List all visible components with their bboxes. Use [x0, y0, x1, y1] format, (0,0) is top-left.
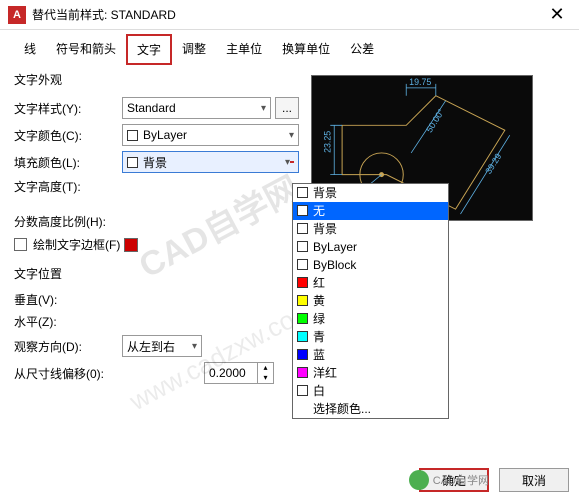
style-label: 文字样式(Y):: [14, 100, 122, 117]
offset-value: 0.2000: [209, 366, 246, 380]
color-swatch: [297, 349, 308, 360]
fillcolor-label: 填充颜色(L):: [14, 154, 122, 171]
height-label: 文字高度(T):: [14, 178, 122, 195]
brand-badge: CAD自学网: [409, 470, 489, 490]
style-combo[interactable]: Standard ▾: [122, 97, 271, 119]
dim-top: 19.75: [409, 77, 431, 87]
dropdown-option-label: 绿: [313, 310, 325, 327]
tab-text[interactable]: 文字: [126, 34, 172, 65]
dropdown-option[interactable]: 选择颜色...: [293, 400, 448, 418]
dropdown-option-label: 无: [313, 202, 325, 219]
tab-strip: 线 符号和箭头 文字 调整 主单位 换算单位 公差: [0, 30, 579, 65]
frame-checkbox[interactable]: [14, 238, 27, 251]
tab-symbols[interactable]: 符号和箭头: [46, 34, 126, 65]
dropdown-option[interactable]: 红: [293, 274, 448, 292]
dropdown-option-label: 白: [313, 382, 325, 399]
color-swatch: [297, 295, 308, 306]
frame-color-button[interactable]: [124, 238, 138, 252]
dropdown-option-label: 背景: [313, 220, 337, 237]
dropdown-option-label: 红: [313, 274, 325, 291]
offset-label: 从尺寸线偏移(0):: [14, 365, 154, 382]
color-swatch: [127, 157, 138, 168]
color-swatch: [297, 259, 308, 270]
dropdown-option[interactable]: ByBlock: [293, 256, 448, 274]
color-swatch: [297, 241, 308, 252]
dropdown-option[interactable]: 黄: [293, 292, 448, 310]
view-combo[interactable]: 从左到右 ▾: [122, 335, 202, 357]
color-swatch: [297, 277, 308, 288]
chevron-down-icon: ▾: [289, 130, 294, 141]
dropdown-option-label: 洋红: [313, 364, 337, 381]
color-swatch: [297, 205, 308, 216]
color-swatch: [297, 187, 308, 198]
dropdown-option-label: ByBlock: [313, 258, 356, 272]
fillcolor-value: 背景: [143, 154, 167, 171]
color-swatch: [297, 313, 308, 324]
color-swatch: [297, 385, 308, 396]
tab-alternate[interactable]: 换算单位: [272, 34, 340, 65]
titlebar: A 替代当前样式: STANDARD ✕: [0, 0, 579, 30]
dropdown-option[interactable]: 白: [293, 382, 448, 400]
window-title: 替代当前样式: STANDARD: [32, 6, 535, 23]
dim-left: 23.25: [322, 131, 332, 153]
cancel-button[interactable]: 取消: [499, 468, 569, 492]
chevron-down-icon: ▾: [192, 341, 197, 352]
dropdown-option[interactable]: 无: [293, 202, 448, 220]
dim-angle: 50.00°: [424, 107, 446, 134]
chevron-down-icon: ▾: [261, 103, 266, 114]
frame-check-label: 绘制文字边框(F): [33, 236, 120, 253]
color-swatch: [297, 331, 308, 342]
textcolor-value: ByLayer: [143, 128, 187, 142]
dropdown-option-label: 蓝: [313, 346, 325, 363]
spinner-up-icon[interactable]: ▴: [257, 363, 273, 373]
horizontal-label: 水平(Z):: [14, 313, 122, 330]
appearance-section: 文字外观: [14, 65, 299, 92]
textcolor-label: 文字颜色(C):: [14, 127, 122, 144]
dropdown-option[interactable]: 背景: [293, 184, 448, 202]
dropdown-option[interactable]: 背景: [293, 220, 448, 238]
color-swatch: [297, 367, 308, 378]
tab-line[interactable]: 线: [14, 34, 46, 65]
spinner-down-icon[interactable]: ▾: [257, 373, 273, 383]
brand-icon: [409, 470, 429, 490]
textcolor-combo[interactable]: ByLayer ▾: [122, 124, 299, 146]
offset-spinner[interactable]: 0.2000 ▴▾: [204, 362, 274, 384]
dropdown-option-label: 背景: [313, 184, 337, 201]
dropdown-option-label: 黄: [313, 292, 325, 309]
dropdown-option-label: 青: [313, 328, 325, 345]
dropdown-option[interactable]: ByLayer: [293, 238, 448, 256]
dim-diag: 39.29: [483, 152, 503, 176]
dropdown-option[interactable]: 青: [293, 328, 448, 346]
vertical-label: 垂直(V):: [14, 291, 122, 308]
style-browse-button[interactable]: ...: [275, 97, 299, 119]
tab-primary[interactable]: 主单位: [216, 34, 272, 65]
dropdown-option[interactable]: 蓝: [293, 346, 448, 364]
fillcolor-dropdown: 背景无背景 ByLayer ByBlock 红黄绿青蓝洋红白选择颜色...: [292, 183, 449, 419]
color-swatch: [127, 130, 138, 141]
fillcolor-combo[interactable]: 背景 ▾ 背景无背景ByLayerByBlock红黄绿青蓝洋红白选择颜色...: [122, 151, 299, 173]
fraction-label: 分数高度比例(H):: [14, 213, 144, 230]
view-label: 观察方向(D):: [14, 338, 122, 355]
style-value: Standard: [127, 101, 176, 115]
tab-fit[interactable]: 调整: [172, 34, 216, 65]
dropdown-option-label: ByLayer: [313, 240, 357, 254]
view-value: 从左到右: [127, 338, 175, 355]
app-icon: A: [8, 6, 26, 24]
close-icon[interactable]: ✕: [535, 0, 579, 30]
dropdown-option[interactable]: 绿: [293, 310, 448, 328]
color-swatch: [297, 223, 308, 234]
tab-tolerance[interactable]: 公差: [340, 34, 384, 65]
dropdown-option-label: 选择颜色...: [313, 400, 371, 417]
dropdown-option[interactable]: 洋红: [293, 364, 448, 382]
placement-section: 文字位置: [14, 259, 299, 286]
